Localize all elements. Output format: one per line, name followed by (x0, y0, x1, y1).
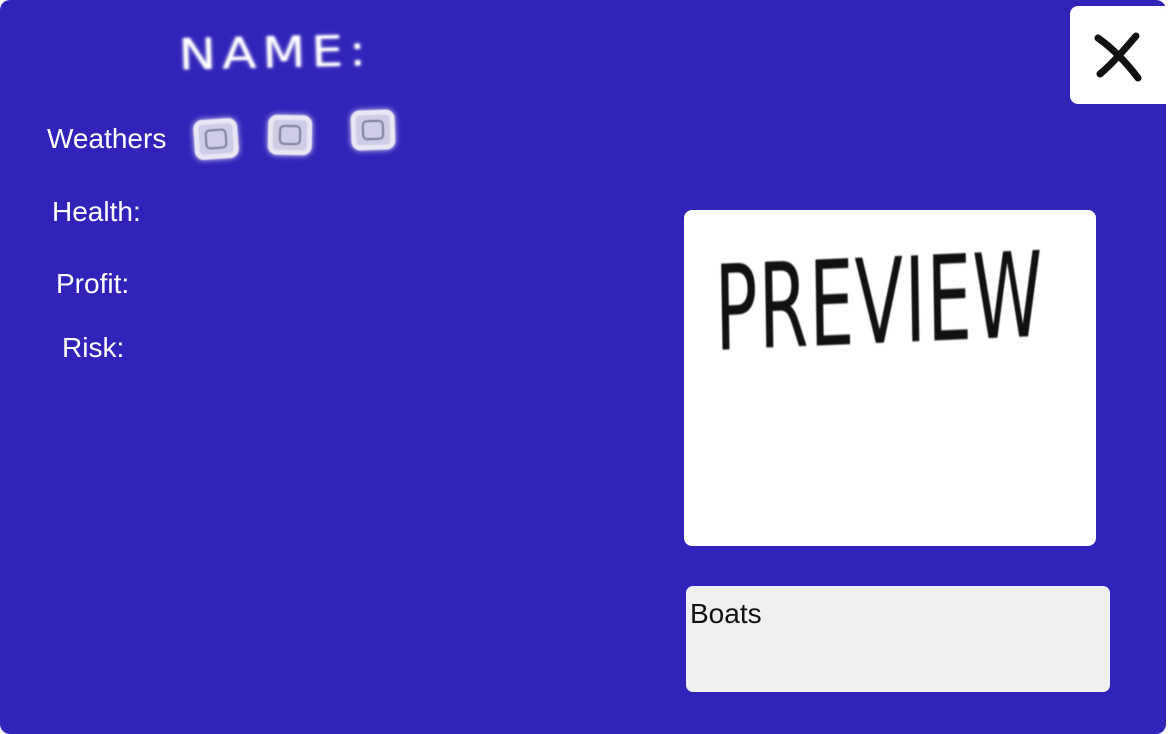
category-box[interactable]: Boats (686, 586, 1110, 692)
item-card-panel: NAME: Weathers Health: Profit: Risk: PRE… (0, 0, 1166, 734)
preview-label: PREVIEW (713, 225, 1045, 378)
risk-label: Risk: (62, 332, 125, 363)
name-title: NAME: (177, 26, 373, 80)
weather-slot-3[interactable] (350, 109, 396, 151)
close-button[interactable] (1070, 6, 1166, 104)
preview-box: PREVIEW (684, 210, 1096, 546)
profit-label: Profit: (56, 268, 130, 299)
category-label: Boats (690, 598, 762, 629)
weather-slot-1[interactable] (192, 117, 240, 161)
weathers-label: Weathers (47, 123, 167, 154)
health-label: Health: (52, 196, 141, 227)
weather-slot-2[interactable] (267, 114, 313, 156)
close-icon (1094, 32, 1142, 82)
